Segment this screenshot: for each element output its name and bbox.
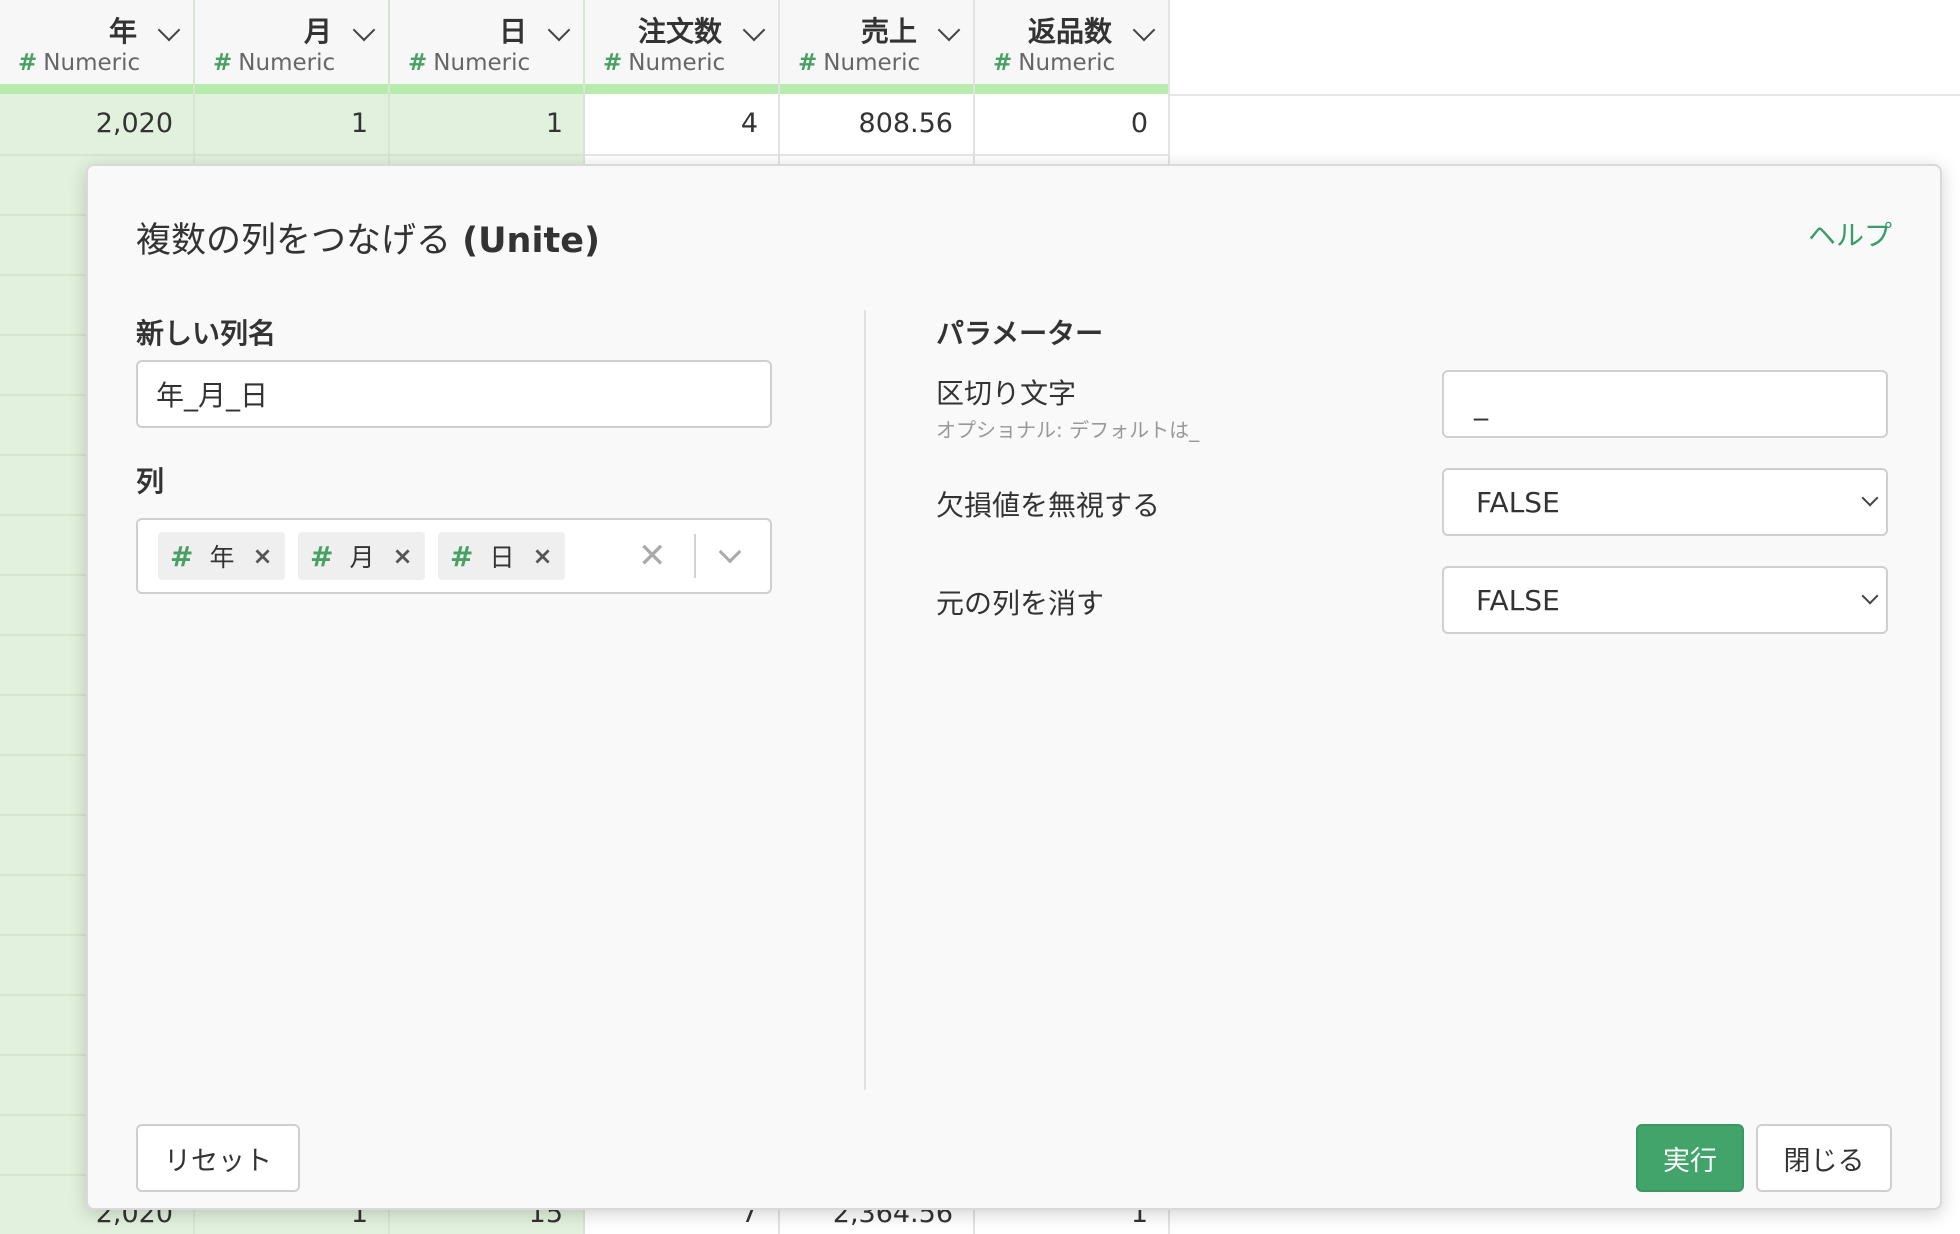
- clear-all-icon[interactable]: ✕: [638, 536, 667, 576]
- grid-header-rule: [1170, 94, 1960, 96]
- column-chip-month: # 月 ×: [298, 532, 425, 580]
- column-type-bar: [975, 84, 1168, 94]
- chevron-down-icon[interactable]: [157, 18, 181, 42]
- remove-original-select[interactable]: FALSE: [1442, 566, 1888, 634]
- column-type: # Numeric: [213, 50, 335, 76]
- column-type-label: Numeric: [628, 50, 726, 76]
- remove-chip-icon[interactable]: ×: [252, 542, 272, 570]
- parameters-heading: パラメーター: [936, 317, 1104, 350]
- table-cell: 808.56: [858, 108, 953, 139]
- column-name: 返品数: [1027, 15, 1112, 48]
- help-link[interactable]: ヘルプ: [1808, 214, 1892, 254]
- column-type-label: Numeric: [43, 50, 141, 76]
- column-type-label: Numeric: [238, 50, 336, 76]
- chip-label: 月: [349, 543, 375, 572]
- hash-icon: #: [450, 539, 474, 573]
- column-name: 売上: [860, 15, 917, 48]
- new-column-name-label: 新しい列名: [136, 317, 277, 350]
- column-header[interactable]: 注文数 # Numeric: [585, 0, 778, 94]
- separator-input[interactable]: _: [1442, 370, 1888, 438]
- hash-icon: #: [603, 50, 623, 76]
- chevron-down-icon[interactable]: [742, 18, 766, 42]
- column-name: 年: [108, 15, 137, 48]
- chevron-down-icon: [1861, 587, 1879, 605]
- columns-label: 列: [136, 465, 165, 498]
- table-cell: 4: [740, 108, 758, 139]
- row-divider: [585, 154, 778, 156]
- select-divider: [694, 534, 696, 578]
- column-name: 注文数: [637, 15, 722, 48]
- column-header[interactable]: 売上 # Numeric: [780, 0, 973, 94]
- hash-icon: #: [170, 539, 194, 573]
- remove-chip-icon[interactable]: ×: [532, 542, 552, 570]
- column-type-label: Numeric: [1018, 50, 1116, 76]
- chip-label: 年: [209, 543, 235, 572]
- column-type-bar: [585, 84, 778, 94]
- run-button[interactable]: 実行: [1636, 1124, 1744, 1192]
- row-divider: [390, 154, 583, 156]
- chip-label: 日: [489, 543, 515, 572]
- columns-multi-select[interactable]: # 年 × # 月 × # 日 × ✕: [136, 518, 772, 594]
- dialog-title: 複数の列をつなげる (Unite): [136, 212, 600, 263]
- column-header[interactable]: 日 # Numeric: [390, 0, 583, 94]
- table-cell: 2,020: [95, 108, 173, 139]
- column-name: 日: [498, 15, 527, 48]
- column-chip-year: # 年 ×: [158, 532, 285, 580]
- column-type-bar: [0, 84, 193, 94]
- reset-button[interactable]: リセット: [136, 1124, 300, 1192]
- column-header[interactable]: 返品数 # Numeric: [975, 0, 1168, 94]
- column-type: # Numeric: [603, 50, 725, 76]
- dialog-title-text: 複数の列をつなげる: [136, 221, 463, 261]
- column-chip-day: # 日 ×: [438, 532, 565, 580]
- chevron-down-icon[interactable]: [352, 18, 376, 42]
- row-divider: [780, 154, 973, 156]
- row-divider: [195, 154, 388, 156]
- column-type: # Numeric: [408, 50, 530, 76]
- column-type-label: Numeric: [823, 50, 921, 76]
- remove-original-value: FALSE: [1476, 583, 1560, 617]
- column-type-label: Numeric: [433, 50, 531, 76]
- row-divider: [0, 154, 193, 156]
- new-column-name-input[interactable]: 年_月_日: [136, 360, 772, 428]
- unite-dialog: 複数の列をつなげる (Unite) ヘルプ 新しい列名 年_月_日 列 # 年 …: [86, 164, 1942, 1210]
- row-divider: [975, 154, 1168, 156]
- column-type: # Numeric: [18, 50, 140, 76]
- separator-label: 区切り文字: [936, 377, 1077, 410]
- column-type-bar: [195, 84, 388, 94]
- column-type: # Numeric: [798, 50, 920, 76]
- column-type-bar: [390, 84, 583, 94]
- table-cell: 0: [1130, 108, 1148, 139]
- dialog-title-command: (Unite): [462, 221, 600, 261]
- separator-hint: オプショナル: デフォルトは_: [936, 418, 1200, 442]
- chevron-down-icon[interactable]: [937, 18, 961, 42]
- remove-original-label: 元の列を消す: [936, 587, 1105, 620]
- column-name: 月: [303, 15, 332, 48]
- hash-icon: #: [798, 50, 818, 76]
- ignore-na-select[interactable]: FALSE: [1442, 468, 1888, 536]
- table-cell: 1: [350, 108, 368, 139]
- column-type-bar: [780, 84, 973, 94]
- hash-icon: #: [18, 50, 38, 76]
- hash-icon: #: [408, 50, 428, 76]
- hash-icon: #: [213, 50, 233, 76]
- chevron-down-icon[interactable]: [1132, 18, 1156, 42]
- hash-icon: #: [993, 50, 1013, 76]
- table-cell: 1: [545, 108, 563, 139]
- column-header[interactable]: 年 # Numeric: [0, 0, 193, 94]
- ignore-na-label: 欠損値を無視する: [936, 489, 1161, 522]
- column-header[interactable]: 月 # Numeric: [195, 0, 388, 94]
- column-type: # Numeric: [993, 50, 1115, 76]
- chevron-down-icon[interactable]: [718, 540, 742, 564]
- hash-icon: #: [310, 539, 334, 573]
- remove-chip-icon[interactable]: ×: [392, 542, 412, 570]
- ignore-na-value: FALSE: [1476, 485, 1560, 519]
- close-button[interactable]: 閉じる: [1756, 1124, 1892, 1192]
- pane-divider: [864, 310, 866, 1090]
- chevron-down-icon[interactable]: [547, 18, 571, 42]
- chevron-down-icon: [1861, 489, 1879, 507]
